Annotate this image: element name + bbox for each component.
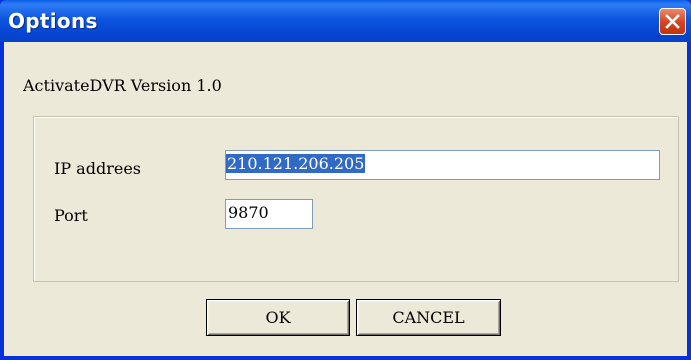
ok-button[interactable]: OK xyxy=(206,299,350,336)
close-icon xyxy=(665,14,680,29)
ip-address-input[interactable]: 210.121.206.205 xyxy=(225,150,660,180)
ip-address-label: IP addrees xyxy=(54,159,141,178)
version-label: ActivateDVR Version 1.0 xyxy=(23,76,222,95)
window-title: Options xyxy=(8,9,98,33)
cancel-button[interactable]: CANCEL xyxy=(356,299,501,336)
ip-address-value: 210.121.206.205 xyxy=(226,154,366,173)
dialog-body: ActivateDVR Version 1.0 IP addrees 210.1… xyxy=(4,42,687,356)
settings-group: IP addrees 210.121.206.205 Port 9870 xyxy=(33,116,679,282)
port-input[interactable]: 9870 xyxy=(225,199,313,229)
port-label: Port xyxy=(54,206,88,225)
port-value: 9870 xyxy=(228,203,269,222)
title-bar[interactable]: Options xyxy=(0,0,691,42)
options-window: Options ActivateDVR Version 1.0 IP addre… xyxy=(0,0,691,360)
close-button[interactable] xyxy=(659,8,686,35)
